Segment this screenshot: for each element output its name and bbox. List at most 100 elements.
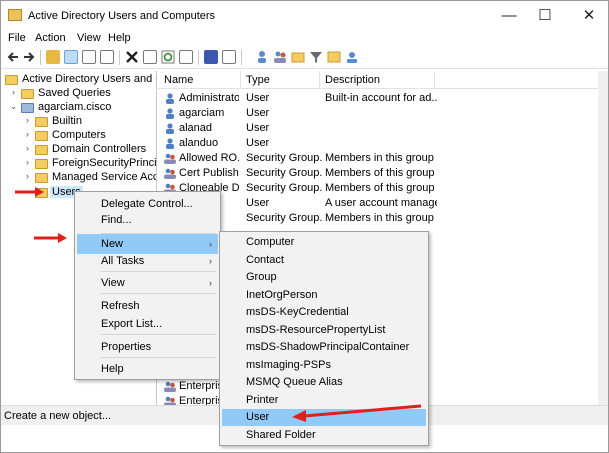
list-item-type: User [246,197,270,209]
window-title: Active Directory Users and Computers [28,10,216,22]
list-item-name: Administrator [179,92,239,104]
list-item[interactable]: User A user account manage... [158,196,598,211]
list-item-type: Security Group... [246,152,322,164]
submenu-item-group[interactable]: Group [222,269,426,286]
expand-icon[interactable]: › [23,171,32,181]
list-item-name: Cert Publish... [179,167,239,179]
properties-icon[interactable] [143,50,157,64]
list-item-description: Members in this group c... [325,212,437,224]
find-icon[interactable] [327,50,341,64]
console-tree-icon[interactable] [64,50,78,64]
list-item-description: Members of this group t... [325,182,437,194]
column-description[interactable]: Description [319,74,380,88]
menu-help[interactable]: Help [108,32,131,44]
list-item-name: alanduo [179,137,219,149]
new-ou-icon[interactable] [291,50,305,64]
expand-icon[interactable]: › [23,115,32,125]
document-icon[interactable] [82,50,96,64]
expand-icon[interactable]: › [23,157,32,167]
list-item-type: User [246,107,270,119]
expand-icon[interactable]: › [23,143,32,153]
user-icon [166,108,174,119]
list-item-name: agarciam [179,107,225,119]
menu-item-properties[interactable]: Properties [77,337,218,357]
refresh-icon[interactable] [161,50,175,64]
group-icon [164,168,176,179]
submenu-item-msds-resourcepropertylist[interactable]: msDS-ResourcePropertyList [222,322,426,339]
submenu-arrow-icon: › [209,278,212,288]
list-item-name: alanad [179,122,213,134]
annotation-arrow-user [292,404,422,422]
context-menu: Delegate Control... Find... New › All Tas… [74,191,221,380]
folder-icon [35,173,48,183]
annotation-arrow-new [34,233,67,243]
group-icon [164,381,176,392]
user-icon [166,123,174,134]
list-item-name: Allowed RO... [179,152,239,164]
list-item[interactable]: agarciam User [158,106,598,121]
submenu-item-msds-keycredential[interactable]: msDS-KeyCredential [222,304,426,321]
submenu-arrow-icon: › [209,256,212,266]
menu-item-view[interactable]: View › [77,273,218,293]
back-icon[interactable] [6,50,20,64]
clipboard-icon[interactable] [100,50,114,64]
delete-icon[interactable] [125,50,139,64]
user-icon [166,93,174,104]
folder-icon [35,145,48,155]
list-item-type: Security Group... [246,167,322,179]
group-icon [164,396,176,405]
list-item-description: Built-in account for ad... [325,92,437,104]
menu-bar: File Action View Help [1,31,608,47]
help-icon[interactable] [204,50,218,64]
list-item[interactable]: alanduo User [158,136,598,151]
list-item[interactable]: Cert Publish... Security Group...Members … [158,166,598,181]
new-user-icon[interactable] [255,50,269,64]
menu-file[interactable]: File [8,32,26,44]
submenu-item-shared-folder[interactable]: Shared Folder [222,427,426,444]
menu-item-find[interactable]: Find... [77,210,218,230]
up-folder-icon[interactable] [46,50,60,64]
submenu-item-inetorgperson[interactable]: InetOrgPerson [222,287,426,304]
column-name[interactable]: Name [158,74,193,88]
new-group-icon[interactable] [273,50,287,64]
column-type[interactable]: Type [240,74,270,88]
folder-icon [21,89,34,99]
menu-view[interactable]: View [77,32,101,44]
folder-icon [35,117,48,127]
list-item[interactable]: Allowed RO... Security Group...Members in… [158,151,598,166]
view-icon[interactable] [222,50,236,64]
list-item-description: Members in this group c... [325,152,437,164]
menu-item-refresh[interactable]: Refresh [77,296,218,316]
forward-icon[interactable] [22,50,36,64]
list-item-type: User [246,92,270,104]
list-item[interactable]: Cloneable D...Security Group...Members o… [158,181,598,196]
user-icon [166,138,174,149]
minimize-button[interactable]: — [499,6,519,26]
folder-icon [35,131,48,141]
submenu-item-msds-shadowprincipalcontainer[interactable]: msDS-ShadowPrincipalContainer [222,339,426,356]
filter-icon[interactable] [309,50,323,64]
add-to-group-icon[interactable] [345,50,359,64]
title-bar: Active Directory Users and Computers — ☐… [1,1,608,31]
list-header: Name Type Description [158,71,598,89]
list-item[interactable]: Security Group...Members in this group c… [158,211,598,226]
submenu-item-computer[interactable]: Computer [222,234,426,251]
menu-item-export-list[interactable]: Export List... [77,314,218,334]
list-item[interactable]: alanad User [158,121,598,136]
collapse-icon[interactable]: ⌄ [9,101,18,112]
maximize-button[interactable]: ☐ [535,6,555,26]
expand-icon[interactable]: › [23,129,32,139]
expand-icon[interactable]: › [9,87,18,97]
menu-item-help[interactable]: Help [77,359,218,379]
export-icon[interactable] [179,50,193,64]
submenu-item-msimaging-psps[interactable]: msImaging-PSPs [222,357,426,374]
submenu-item-msmq-queue-alias[interactable]: MSMQ Queue Alias [222,374,426,391]
close-button[interactable]: ✕ [579,6,599,26]
vertical-scrollbar[interactable] [598,71,608,405]
domain-icon [21,103,34,113]
menu-action[interactable]: Action [35,32,66,44]
submenu-item-contact[interactable]: Contact [222,252,426,269]
menu-item-all-tasks[interactable]: All Tasks › [77,251,218,271]
toolbar [1,47,608,69]
list-item[interactable]: Administrator User Built-in account for ad… [158,91,598,106]
